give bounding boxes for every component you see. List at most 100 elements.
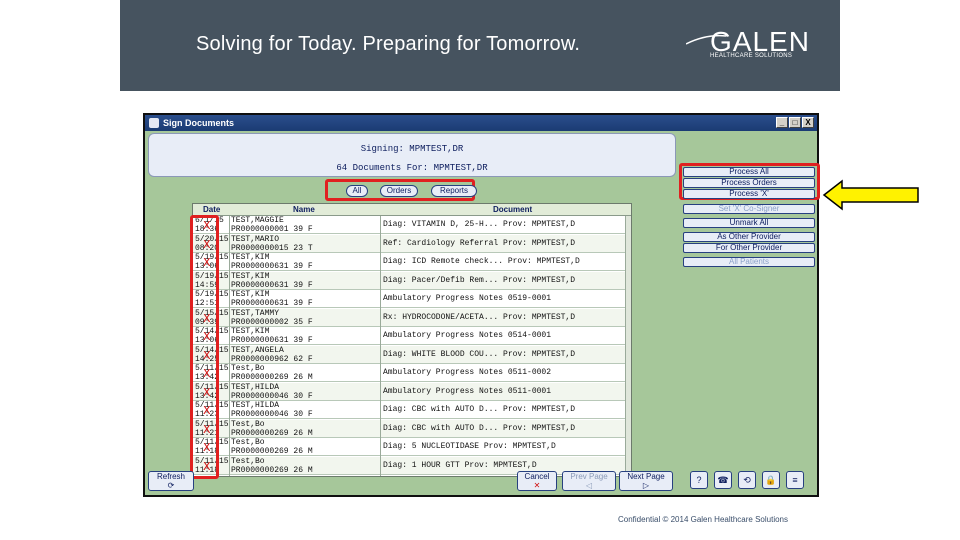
row-document: Diag: 5 NUCLEOTIDASE Prov: MPMTEST,D	[383, 442, 556, 451]
next-page-label: Next Page	[627, 472, 665, 481]
row-document: Ambulatory Progress Notes 0514-0001	[383, 331, 552, 340]
row-patient-name: TEST,KIM	[231, 271, 270, 281]
x-mark[interactable]: X	[203, 460, 211, 473]
tagline: Solving for Today. Preparing for Tomorro…	[196, 33, 581, 55]
row-patient-name: TEST,HILDA	[231, 382, 280, 392]
row-document: Diag: VITAMIN D, 25-H... Prov: MPMTEST,D	[383, 220, 576, 229]
table-row[interactable]: 5/11/15 13:42 Test,Bo PR0000000269 26 M Ambu…	[193, 364, 631, 383]
row-patient-id: PR0000000631 39 F	[231, 336, 313, 345]
maximize-button[interactable]: □	[789, 117, 801, 128]
grid-scrollbar[interactable]	[625, 216, 631, 476]
row-patient-id: PR0000000631 39 F	[231, 262, 313, 271]
column-divider	[229, 216, 230, 476]
row-patient-name: Test,Bo	[231, 364, 265, 373]
row-patient-id: PR0000000269 26 M	[231, 428, 313, 438]
window-titlebar[interactable]: Sign Documents _ □ X	[145, 115, 817, 131]
row-document: Ambulatory Progress Notes 0519-0001	[383, 294, 552, 303]
refresh-button[interactable]: Refresh ⟳	[148, 471, 194, 491]
row-document: Ref: Cardiology Referral Prov: MPMTEST,D	[383, 238, 576, 248]
refresh-label: Refresh	[156, 472, 185, 481]
phone-icon[interactable]: ☎	[714, 471, 732, 489]
row-document: Ambulatory Progress Notes 0511-0002	[383, 368, 552, 377]
x-mark[interactable]: X	[203, 219, 211, 232]
header-banner: Solving for Today. Preparing for Tomorro…	[120, 0, 840, 91]
x-mark[interactable]: X	[203, 312, 211, 325]
column-name[interactable]: Name	[293, 205, 315, 214]
row-patient-id: PR0000000046 30 F	[231, 410, 313, 419]
recycle-icon[interactable]: ⟲	[738, 471, 756, 489]
row-patient-name: TEST,KIM	[231, 253, 270, 262]
close-button[interactable]: X	[802, 117, 814, 128]
list-icon[interactable]: ≡	[786, 471, 804, 489]
table-row[interactable]: 5/11/15 13:42 TEST,HILDA PR0000000046 30 FA…	[193, 382, 631, 401]
table-row[interactable]: 5/11/15 11:18 Test,Bo PR0000000269 26 M Diag…	[193, 438, 631, 457]
table-row[interactable]: 5/11/15 11:23 TEST,HILDA PR0000000046 30 FD…	[193, 401, 631, 420]
cancel-x-icon: ✕	[533, 481, 541, 490]
row-document: Diag: WHITE BLOOD COU... Prov: MPMTEST,D	[383, 349, 576, 359]
table-row[interactable]: 5/19/15 14:59 TEST,KIM PR0000000631 39 F Dia…	[193, 271, 631, 290]
column-divider	[380, 216, 381, 476]
x-mark[interactable]: X	[203, 404, 211, 417]
signing-label: Signing: MPMTEST,DR	[360, 144, 464, 154]
x-mark[interactable]: X	[203, 256, 211, 269]
table-row[interactable]: 5/14/15 14:25 TEST,ANGELA PR0000000962 62 F…	[193, 345, 631, 364]
table-row[interactable]: 5/19/15 13:06 TEST,KIM PR0000000631 39 F Dia…	[193, 253, 631, 272]
x-mark[interactable]: X	[203, 423, 211, 436]
table-row[interactable]: 5/19/15 12:51 TEST,KIM PR0000000631 39 F Amb…	[193, 290, 631, 309]
row-document: Diag: CBC with AUTO D... Prov: MPMTEST,D	[383, 423, 576, 433]
slide: Solving for Today. Preparing for Tomorro…	[0, 0, 960, 540]
column-document[interactable]: Document	[493, 205, 532, 214]
table-row[interactable]: 5/15/15 09:39 TEST,TAMMY PR0000000002 35 FR…	[193, 308, 631, 327]
row-document: Diag: CBC with AUTO D... Prov: MPMTEST,D	[383, 405, 576, 414]
x-mark[interactable]: X	[203, 386, 211, 399]
table-row[interactable]: 6/1/15 18:36 TEST,MAGGIE PR0000000001 39 FD…	[193, 216, 631, 235]
row-document: Diag: 1 HOUR GTT Prov: MPMTEST,D	[383, 460, 537, 470]
row-patient-id: PR0000000631 39 F	[231, 280, 313, 290]
row-patient-id: PR0000000962 62 F	[231, 354, 313, 364]
row-patient-id: PR0000000015 23 T	[231, 243, 313, 253]
row-document: Diag: ICD Remote check... Prov: MPMTEST,…	[383, 257, 580, 266]
filter-highlight: All Orders Reports	[325, 179, 477, 201]
side-button-for-other-provider[interactable]: For Other Provider	[683, 243, 815, 253]
row-patient-name: TEST,HILDA	[231, 401, 280, 410]
side-button-all-patients[interactable]: All Patients	[683, 257, 815, 267]
minimize-button[interactable]: _	[776, 117, 788, 128]
cancel-label: Cancel	[524, 472, 550, 481]
x-mark[interactable]: X	[203, 349, 211, 362]
column-date[interactable]: Date	[203, 205, 220, 214]
side-button-set-x-co-signer[interactable]: Set 'X' Co-Signer	[683, 204, 815, 214]
row-patient-name: TEST,KIM	[231, 290, 270, 299]
row-patient-name: Test,Bo	[231, 419, 265, 429]
x-mark[interactable]: X	[203, 441, 211, 454]
x-mark[interactable]: X	[203, 330, 211, 343]
side-button-as-other-provider[interactable]: As Other Provider	[683, 232, 815, 242]
window-title: Sign Documents	[163, 118, 235, 128]
filter-reports-button[interactable]: Reports	[431, 185, 477, 197]
row-patient-id: PR0000000269 26 M	[231, 465, 313, 475]
prev-page-button[interactable]: Prev Page ◁	[562, 471, 616, 491]
row-patient-name: TEST,ANGELA	[231, 345, 284, 355]
row-document: Rx: HYDROCODONE/ACETA... Prov: MPMTEST,D	[383, 312, 576, 322]
side-button-process-x[interactable]: Process 'X'	[683, 189, 815, 199]
lock-icon[interactable]: 🔒	[762, 471, 780, 489]
table-row[interactable]: 5/11/15 11:21 Test,Bo PR0000000269 26 M Diag…	[193, 419, 631, 438]
side-button-process-orders[interactable]: Process Orders	[683, 178, 815, 188]
row-patient-id: PR0000000269 26 M	[231, 373, 313, 382]
side-button-process-all[interactable]: Process All	[683, 167, 815, 177]
app-icon	[149, 118, 159, 128]
signing-header: Signing: MPMTEST,DR 64 Documents For: MP…	[148, 133, 676, 177]
x-mark-highlight: XXXXXXXXXXXX	[190, 215, 219, 479]
table-row[interactable]: 5/20/15 08:20 TEST,MARIO PR0000000015 23 TR…	[193, 234, 631, 253]
table-row[interactable]: 5/14/15 13:06 TEST,KIM PR0000000631 39 F Amb…	[193, 327, 631, 346]
help-button[interactable]: ?	[690, 471, 708, 489]
filter-orders-button[interactable]: Orders	[380, 185, 418, 197]
x-mark[interactable]: X	[203, 238, 211, 251]
row-patient-name: Test,Bo	[231, 456, 265, 466]
row-patient-name: TEST,TAMMY	[231, 308, 280, 318]
cancel-button[interactable]: Cancel ✕	[517, 471, 557, 491]
refresh-icon: ⟳	[167, 481, 175, 490]
next-page-button[interactable]: Next Page ▷	[619, 471, 673, 491]
x-mark[interactable]: X	[203, 367, 211, 380]
side-button-unmark-all[interactable]: Unmark All	[683, 218, 815, 228]
filter-all-button[interactable]: All	[346, 185, 368, 197]
